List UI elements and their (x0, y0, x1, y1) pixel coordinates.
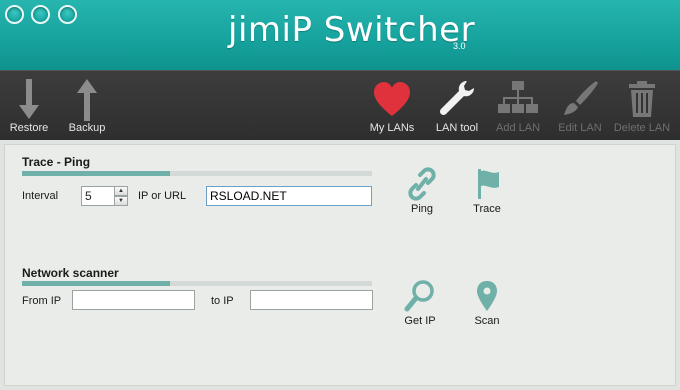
wrench-icon (439, 80, 475, 116)
interval-up-button[interactable]: ▲ (114, 186, 128, 196)
network-scanner-title: Network scanner (22, 266, 119, 280)
add-lan-label: Add LAN (495, 122, 541, 134)
trace-button[interactable]: Trace (457, 167, 517, 215)
delete-lan-label: Delete LAN (613, 122, 671, 134)
flag-icon (478, 169, 499, 199)
interval-value[interactable]: 5 (81, 186, 115, 206)
to-ip-label: to IP (211, 295, 234, 307)
restore-label: Restore (9, 122, 49, 134)
window-maximize-button[interactable] (58, 5, 77, 24)
restore-button[interactable]: Restore (6, 71, 52, 141)
chain-link-icon (408, 167, 436, 201)
network-icon (498, 81, 538, 113)
app-title: jimiP Switcher (228, 10, 476, 50)
trace-ping-title: Trace - Ping (22, 155, 91, 169)
network-scanner-divider (22, 281, 372, 286)
backup-label: Backup (68, 122, 106, 134)
window-close-button[interactable] (5, 5, 24, 24)
ip-or-url-input[interactable] (206, 186, 372, 206)
add-lan-button[interactable]: Add LAN (492, 71, 544, 141)
ip-or-url-label: IP or URL (138, 190, 187, 202)
map-pin-icon (477, 281, 497, 311)
arrow-down-icon (19, 79, 39, 119)
lan-tool-button[interactable]: LAN tool (430, 71, 484, 141)
trace-label: Trace (473, 203, 501, 215)
interval-stepper[interactable]: 5 ▲ ▼ (81, 186, 129, 206)
interval-label: Interval (22, 190, 59, 202)
scan-button[interactable]: Scan (457, 279, 517, 327)
ping-button[interactable]: Ping (392, 167, 452, 215)
delete-lan-button[interactable]: Delete LAN (612, 71, 672, 141)
title-bar: jimiP Switcher 3.0 (0, 0, 680, 70)
main-panel: Trace - Ping Interval 5 ▲ ▼ IP or URL Pi… (4, 144, 676, 386)
magnifier-icon (404, 280, 434, 312)
window-minimize-button[interactable] (31, 5, 50, 24)
interval-down-button[interactable]: ▼ (114, 196, 128, 206)
from-ip-input[interactable] (72, 290, 195, 310)
lan-tool-label: LAN tool (435, 122, 479, 134)
edit-lan-label: Edit LAN (558, 122, 602, 134)
brush-icon (564, 81, 598, 115)
arrow-up-icon (77, 79, 97, 121)
my-lans-button[interactable]: My LANs (364, 71, 420, 141)
heart-icon (374, 82, 410, 116)
get-ip-label: Get IP (404, 315, 436, 327)
edit-lan-button[interactable]: Edit LAN (554, 71, 606, 141)
ping-label: Ping (410, 203, 434, 215)
to-ip-input[interactable] (250, 290, 373, 310)
scan-label: Scan (474, 315, 500, 327)
from-ip-label: From IP (22, 295, 62, 307)
trace-ping-divider (22, 171, 372, 176)
backup-button[interactable]: Backup (64, 71, 110, 141)
get-ip-button[interactable]: Get IP (390, 279, 450, 327)
app-version: 3.0 (453, 41, 466, 51)
my-lans-label: My LANs (369, 122, 415, 134)
trash-icon (629, 81, 655, 117)
toolbar: Restore Backup My LANs LAN tool Add LAN … (0, 70, 680, 140)
